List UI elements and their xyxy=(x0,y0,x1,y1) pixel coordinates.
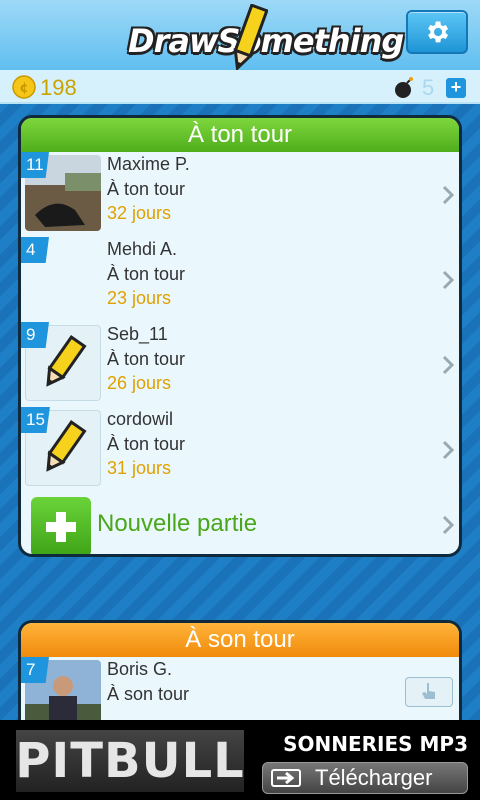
their-turn-panel: À son tour 7 Boris G. À son tour xyxy=(18,620,462,720)
turn-status: À ton tour xyxy=(107,434,186,454)
turn-count-badge: 11 xyxy=(21,152,49,178)
status-bar: ¢ 198 5 + xyxy=(0,70,480,104)
bomb-count: 5 xyxy=(422,75,435,100)
your-turn-header: À ton tour xyxy=(21,118,459,152)
turn-count-badge: 9 xyxy=(21,322,49,348)
coin-count: 198 xyxy=(40,75,77,100)
elapsed-time: 23 jours xyxy=(107,288,172,308)
plus-icon xyxy=(31,497,91,554)
game-row-cordowil[interactable]: 15 cordowil À ton tour 31 jours xyxy=(21,407,459,492)
ad-brand-logo: PITBULL xyxy=(15,730,244,792)
settings-button[interactable] xyxy=(406,10,468,54)
add-bombs-button[interactable]: + xyxy=(446,78,466,98)
chevron-right-icon xyxy=(442,355,455,375)
their-turn-header: À son tour xyxy=(21,623,459,657)
player-name: cordowil xyxy=(107,409,174,429)
nudge-button[interactable] xyxy=(405,677,453,707)
app-header: DrawSomething xyxy=(0,0,480,72)
chevron-right-icon xyxy=(442,440,455,460)
player-name: Maxime P. xyxy=(107,154,190,174)
turn-count-badge: 7 xyxy=(21,657,49,683)
elapsed-time: 32 jours xyxy=(107,203,172,223)
turn-status: À ton tour xyxy=(107,179,186,199)
turn-count-badge: 15 xyxy=(21,407,50,433)
your-turn-panel: À ton tour 11 Maxime P. À ton tour 32 jo… xyxy=(18,115,462,557)
gear-icon xyxy=(428,21,449,43)
game-row-maxime[interactable]: 11 Maxime P. À ton tour 32 jours xyxy=(21,152,459,237)
coin-icon: ¢ xyxy=(12,75,36,99)
arrow-right-icon xyxy=(271,769,301,787)
game-row-seb[interactable]: 9 Seb_11 À ton tour 26 jours xyxy=(21,322,459,407)
game-row-boris[interactable]: 7 Boris G. À son tour xyxy=(21,657,459,720)
chevron-right-icon xyxy=(442,185,455,205)
svg-text:¢: ¢ xyxy=(19,81,28,96)
ad-download-button[interactable]: Télécharger xyxy=(262,762,468,794)
player-name: Mehdi A. xyxy=(107,239,178,259)
turn-status: À ton tour xyxy=(107,349,186,369)
draw-something-logo: DrawSomething xyxy=(128,4,404,74)
pointing-hand-icon xyxy=(422,683,435,699)
new-game-label: Nouvelle partie xyxy=(97,510,258,537)
elapsed-time: 26 jours xyxy=(107,373,172,393)
player-name: Boris G. xyxy=(107,659,173,679)
turn-status: À ton tour xyxy=(107,264,186,284)
ad-banner[interactable]: PITBULL SONNERIES MP3 Télécharger xyxy=(0,720,480,800)
ad-download-label: Télécharger xyxy=(315,765,433,790)
chevron-right-icon xyxy=(442,270,455,290)
turn-status: À son tour xyxy=(107,684,190,704)
game-row-mehdi[interactable]: 4 Mehdi A. À ton tour 23 jours xyxy=(21,237,459,322)
bomb-icon xyxy=(395,77,413,98)
chevron-right-icon xyxy=(442,515,455,535)
new-game-button[interactable]: Nouvelle partie xyxy=(21,492,459,554)
logo-pencil-icon xyxy=(233,4,268,72)
player-name: Seb_11 xyxy=(107,324,168,344)
elapsed-time: 31 jours xyxy=(107,458,172,478)
plus-cross-icon xyxy=(46,512,76,542)
ad-headline: SONNERIES MP3 xyxy=(283,732,468,756)
turn-count-badge: 4 xyxy=(21,237,49,263)
